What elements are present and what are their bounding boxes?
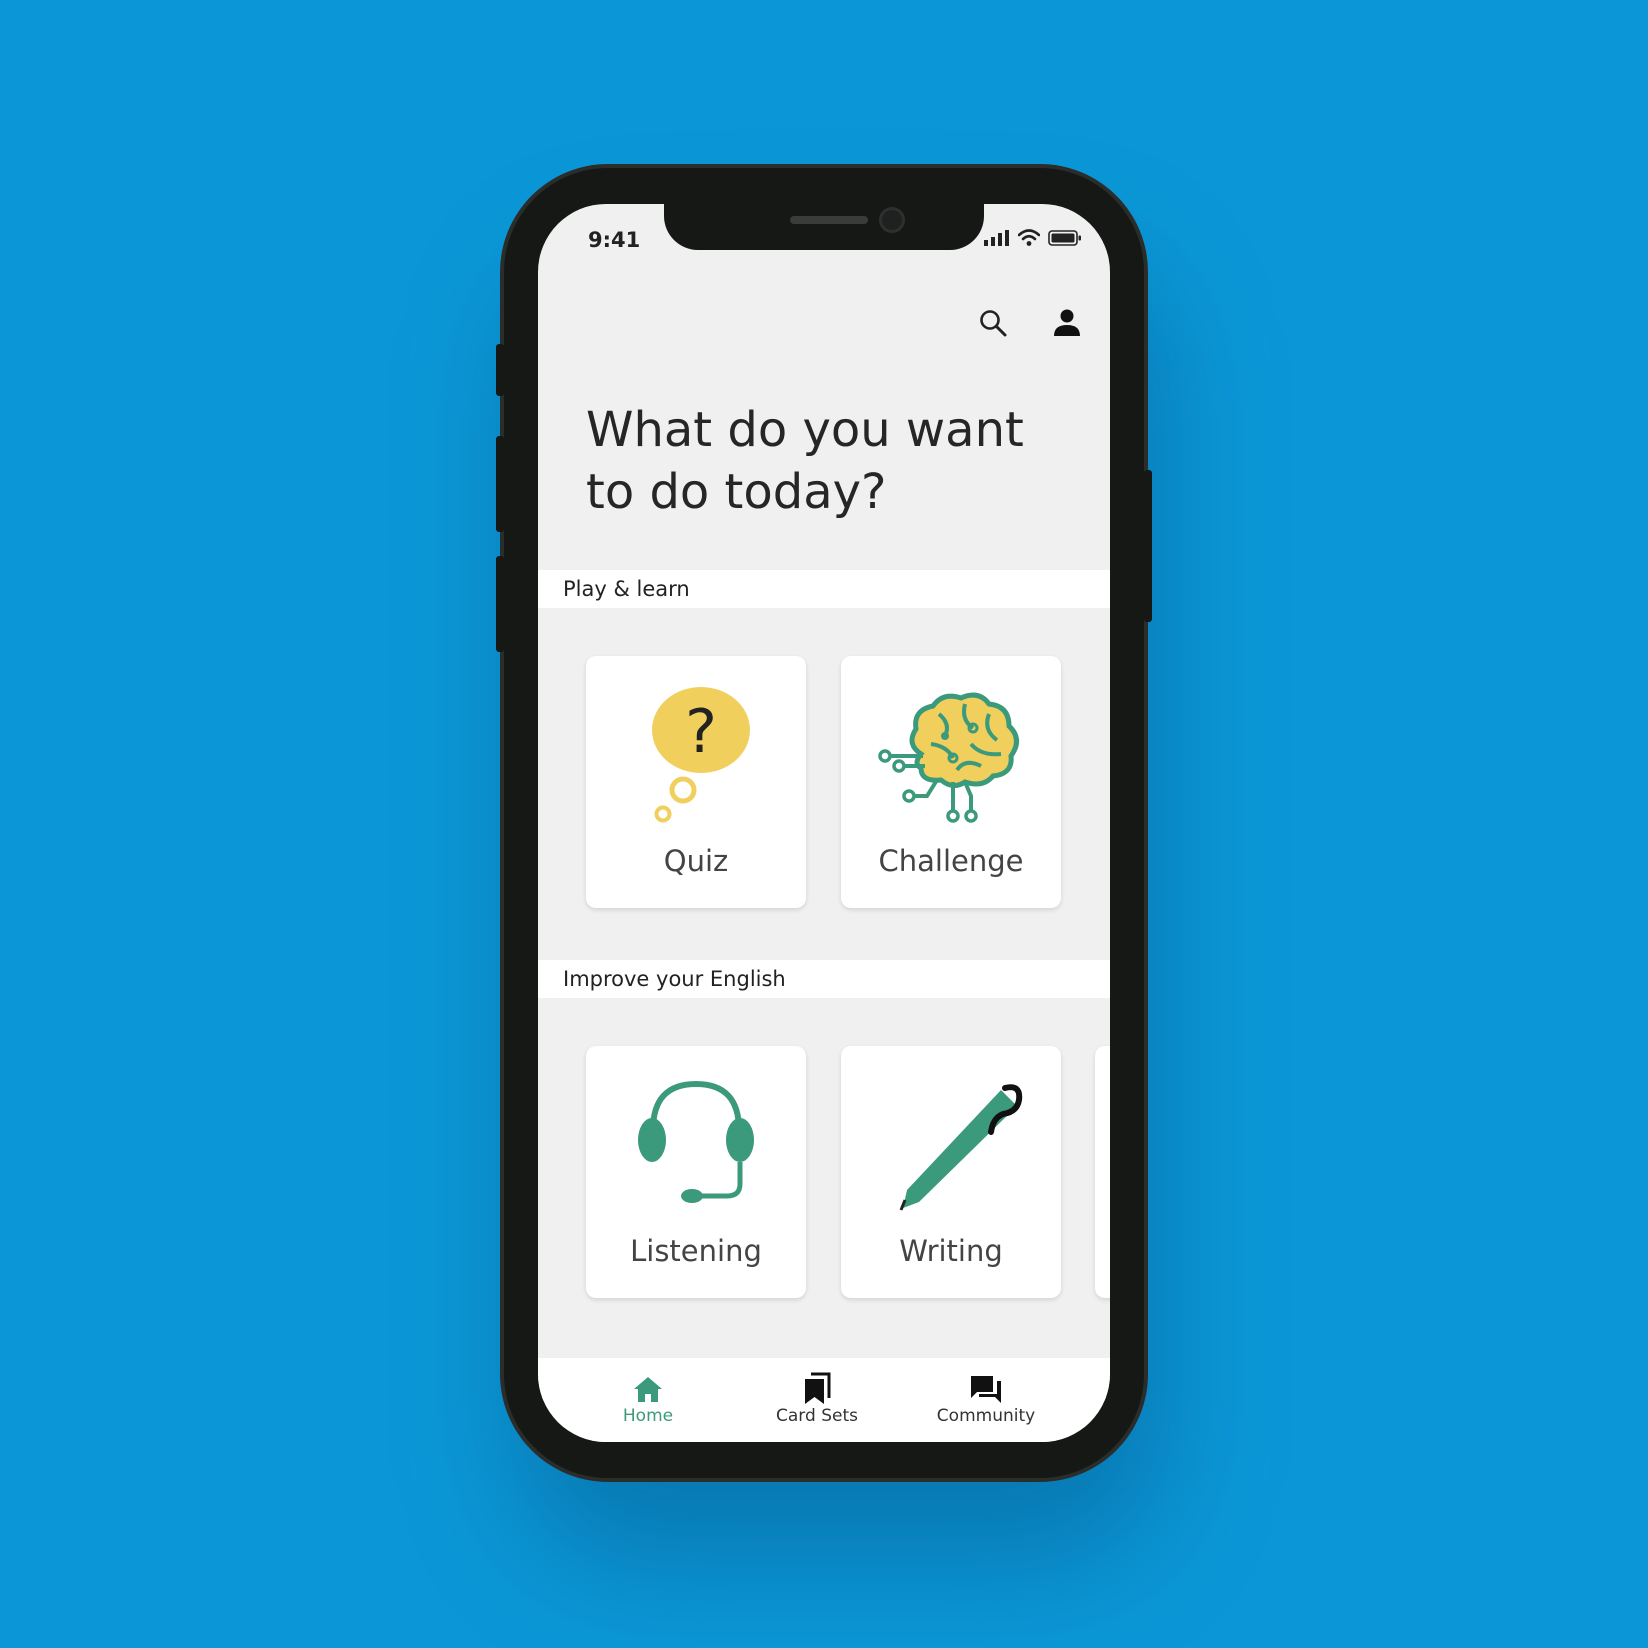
nav-card-sets[interactable]: Card Sets [747, 1372, 887, 1426]
person-icon [1054, 309, 1080, 336]
nav-card-sets-label: Card Sets [776, 1406, 858, 1426]
nav-home[interactable]: Home [578, 1372, 718, 1426]
quiz-card[interactable]: ? Quiz [586, 656, 806, 908]
listening-label: Listening [630, 1234, 762, 1268]
writing-label: Writing [899, 1234, 1003, 1268]
challenge-art [841, 684, 1061, 834]
side-button-silent [496, 344, 504, 396]
challenge-card[interactable]: Challenge [841, 656, 1061, 908]
front-camera [882, 210, 902, 230]
notch [664, 204, 984, 250]
writing-card[interactable]: Writing [841, 1046, 1061, 1298]
home-icon [634, 1377, 662, 1402]
challenge-label: Challenge [878, 844, 1024, 878]
search-icon [980, 310, 1007, 337]
status-icons [984, 229, 1082, 246]
listening-art [586, 1074, 806, 1224]
thought-bubble-question-icon: ? [652, 687, 750, 823]
pen-icon [899, 1084, 1023, 1211]
next-card-peek[interactable] [1095, 1046, 1110, 1298]
section-header-play-learn: Play & learn [538, 570, 1110, 608]
svg-text:?: ? [685, 697, 717, 767]
headset-icon [638, 1080, 754, 1203]
speaker [790, 216, 868, 224]
listening-card[interactable]: Listening [586, 1046, 806, 1298]
side-button-power [1144, 470, 1152, 622]
bottom-nav: Home Card Sets Community [538, 1358, 1110, 1442]
signal-icon [984, 230, 1009, 246]
nav-community-label: Community [936, 1406, 1036, 1426]
chat-icon [971, 1376, 1001, 1403]
status-time: 9:41 [588, 228, 641, 252]
profile-button[interactable] [1048, 304, 1086, 342]
writing-art [841, 1074, 1061, 1224]
app-screen: 9:41 What do you want to do today? Play … [538, 204, 1110, 1442]
quiz-label: Quiz [663, 844, 729, 878]
brain-circuit-icon [878, 692, 1019, 823]
bookmark-icon [805, 1372, 831, 1404]
search-button[interactable] [974, 304, 1012, 342]
nav-community[interactable]: Community [916, 1372, 1056, 1426]
quiz-art: ? [586, 684, 806, 834]
wifi-icon [1018, 229, 1040, 246]
header-actions [974, 304, 1086, 342]
side-button-volume-down [496, 556, 504, 652]
nav-home-label: Home [622, 1406, 674, 1426]
section-header-improve-english: Improve your English [538, 960, 1110, 998]
battery-icon [1048, 230, 1081, 246]
side-button-volume-up [496, 436, 504, 532]
page-title: What do you want to do today? [586, 402, 1024, 520]
